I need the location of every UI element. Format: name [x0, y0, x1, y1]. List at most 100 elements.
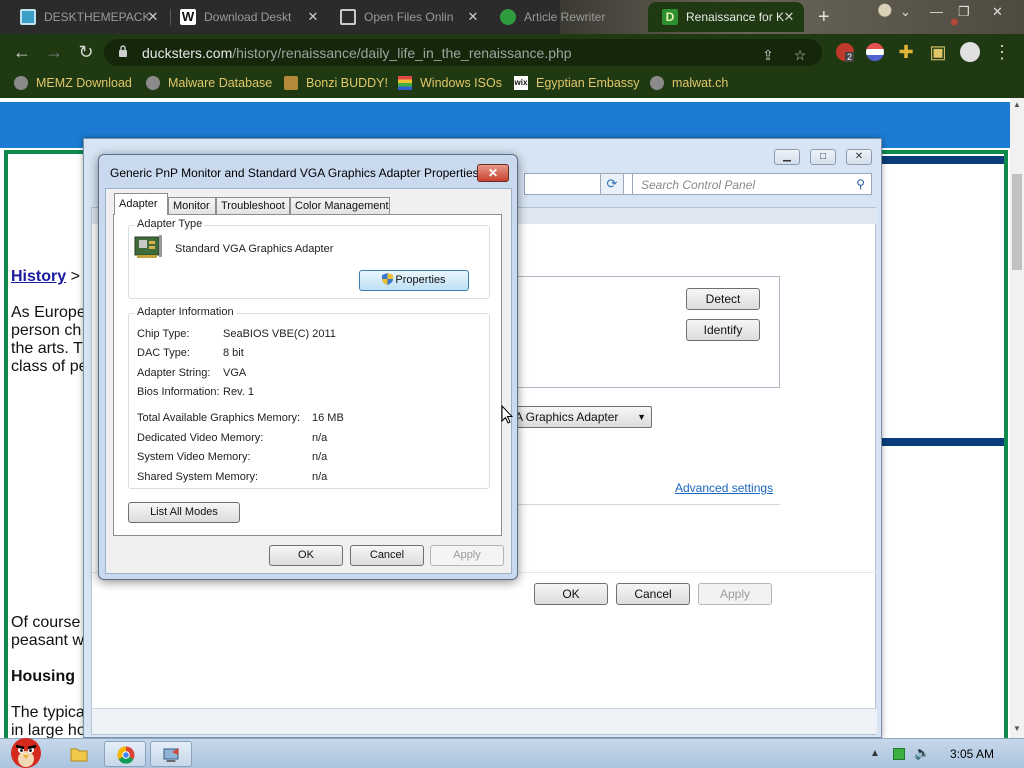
wix-icon: wix [514, 76, 528, 90]
dedicated-memory-label: Dedicated Video Memory: [137, 432, 264, 444]
bookmark-label: Windows ISOs [420, 76, 502, 90]
detect-button[interactable]: Detect [686, 288, 760, 310]
display-settings-icon [163, 748, 179, 762]
total-memory-value: 16 MB [312, 412, 344, 424]
tab-strip: DESKTHEMEPACK ✕ W Download Deskt ✕ Open … [0, 0, 1024, 34]
search-input[interactable]: Search Control Panel ⚲ [632, 173, 872, 195]
tab-open-files-online[interactable]: Open Files Onlin ✕ [326, 2, 488, 32]
tab-deskthemepack[interactable]: DESKTHEMEPACK ✕ [6, 2, 168, 32]
address-bar[interactable]: ducksters.com/history/renaissance/daily_… [104, 39, 822, 66]
flag-extension-icon[interactable] [866, 43, 884, 61]
tab-troubleshoot[interactable]: Troubleshoot [216, 197, 290, 215]
tab-renaissance[interactable]: D Renaissance for K ✕ [648, 2, 804, 32]
dac-type-value: 8 bit [223, 347, 244, 359]
bookmark-bonzi[interactable]: Bonzi BUDDY! [284, 76, 388, 90]
close-icon[interactable]: ✕ [846, 149, 872, 165]
bookmark-label: malwat.ch [672, 76, 729, 90]
scroll-down-icon[interactable]: ▼ [1013, 724, 1021, 733]
close-icon[interactable]: ✕ [477, 164, 509, 182]
adapter-tab-panel: Adapter Type Standard VGA Graphics Adapt… [113, 214, 502, 536]
refresh-icon[interactable]: ⟳ [600, 173, 624, 195]
wikihow-icon: W [180, 9, 196, 25]
chrome-icon [117, 746, 135, 764]
taskbar-explorer[interactable] [60, 741, 98, 767]
menu-kebab-icon[interactable]: ⋮ [992, 42, 1012, 62]
back-icon[interactable]: ← [12, 42, 32, 62]
bookmark-star-icon[interactable]: ☆ [792, 47, 808, 63]
apply-button[interactable]: Apply [698, 583, 772, 605]
paragraph-1: As Europe person ch the arts. T class of… [11, 304, 87, 376]
close-tab-icon[interactable]: ✕ [782, 10, 796, 24]
tab-download-desktop[interactable]: W Download Deskt ✕ [166, 2, 328, 32]
extensions-puzzle-icon[interactable]: ✚ [896, 42, 916, 62]
ok-button[interactable]: OK [534, 583, 608, 605]
reload-icon[interactable]: ↻ [76, 42, 96, 62]
show-hidden-icons[interactable]: ▲ [870, 748, 880, 759]
cancel-button[interactable]: Cancel [616, 583, 690, 605]
bookmark-label: MEMZ Download [36, 76, 132, 90]
scroll-thumb[interactable] [1012, 174, 1022, 270]
restore-icon[interactable]: ❐ [958, 4, 970, 20]
tab-color-management[interactable]: Color Management [290, 197, 390, 215]
dialog-body: Adapter Monitor Troubleshoot Color Manag… [105, 188, 512, 574]
search-icon: ⚲ [856, 177, 865, 191]
advanced-settings-link[interactable]: Advanced settings [675, 481, 773, 495]
taskbar-chrome[interactable] [104, 741, 146, 767]
breadcrumb: History > [11, 268, 80, 286]
close-tab-icon[interactable]: ✕ [306, 10, 320, 24]
tab-search-icon[interactable]: ⌄ [900, 4, 911, 20]
close-tab-icon[interactable]: ✕ [466, 10, 480, 24]
graphics-card-icon [134, 235, 162, 258]
page-scrollbar[interactable]: ▲ ▼ [1010, 98, 1024, 738]
shared-memory-label: Shared System Memory: [137, 471, 259, 483]
search-placeholder: Search Control Panel [641, 178, 756, 192]
ok-button[interactable]: OK [269, 545, 343, 566]
adapter-info-group: Adapter Information Chip Type: SeaBIOS V… [128, 306, 490, 489]
tab-favicon [20, 9, 36, 25]
bookmark-windows-isos[interactable]: Windows ISOs [398, 76, 502, 90]
network-icon[interactable] [893, 748, 905, 760]
cancel-button[interactable]: Cancel [350, 545, 424, 566]
clock[interactable]: 3:05 AM [950, 747, 994, 761]
list-all-modes-button[interactable]: List All Modes [128, 502, 240, 523]
extension-badge: 2 [845, 52, 855, 62]
text-line: person ch [11, 322, 82, 339]
profile-avatar[interactable] [960, 42, 980, 62]
tab-monitor[interactable]: Monitor [168, 197, 216, 215]
taskbar-display-settings[interactable] [150, 741, 192, 767]
adapter-properties-button[interactable]: Properties [359, 270, 469, 291]
text-line: the arts. T [11, 340, 83, 357]
bookmark-memz[interactable]: MEMZ Download [14, 76, 132, 90]
history-link[interactable]: History [11, 268, 66, 285]
minimize-icon[interactable]: — [930, 4, 943, 19]
dialog-title: Generic PnP Monitor and Standard VGA Gra… [110, 166, 479, 180]
forward-icon[interactable]: → [44, 42, 64, 62]
new-tab-icon[interactable]: + [818, 7, 830, 27]
rewriter-icon [500, 9, 516, 25]
chip-type-label: Chip Type: [137, 328, 190, 340]
volume-icon[interactable]: 🔈 [914, 745, 930, 761]
close-tab-icon[interactable]: ✕ [146, 10, 160, 24]
group-legend: Adapter Type [135, 218, 205, 230]
sidepanel-icon[interactable]: ▣ [928, 42, 948, 62]
text-line: Of course [11, 614, 81, 631]
apply-button[interactable]: Apply [430, 545, 504, 566]
start-button-angry-bird-icon[interactable] [4, 731, 50, 768]
minimize-icon[interactable]: ▁ [774, 149, 800, 165]
bookmark-malware-db[interactable]: Malware Database [146, 76, 272, 90]
bookmark-label: Malware Database [168, 76, 273, 90]
display-combo[interactable]: A Graphics Adapter ▼ [510, 406, 652, 428]
share-icon[interactable]: ⇪ [760, 47, 776, 63]
tab-adapter[interactable]: Adapter [114, 193, 168, 215]
maximize-icon[interactable]: □ [810, 149, 836, 165]
file-icon [340, 9, 356, 25]
rainbow-icon [398, 76, 412, 90]
bookmark-egyptian-embassy[interactable]: wix Egyptian Embassy [514, 76, 640, 90]
close-window-icon[interactable]: ✕ [992, 4, 1003, 20]
folder-icon [70, 748, 88, 762]
identify-button[interactable]: Identify [686, 319, 760, 341]
scroll-up-icon[interactable]: ▲ [1013, 100, 1021, 109]
tab-article-rewriter[interactable]: Article Rewriter [486, 2, 648, 32]
text-line: The typica [11, 704, 85, 721]
bookmark-malwatch[interactable]: malwat.ch [650, 76, 728, 90]
